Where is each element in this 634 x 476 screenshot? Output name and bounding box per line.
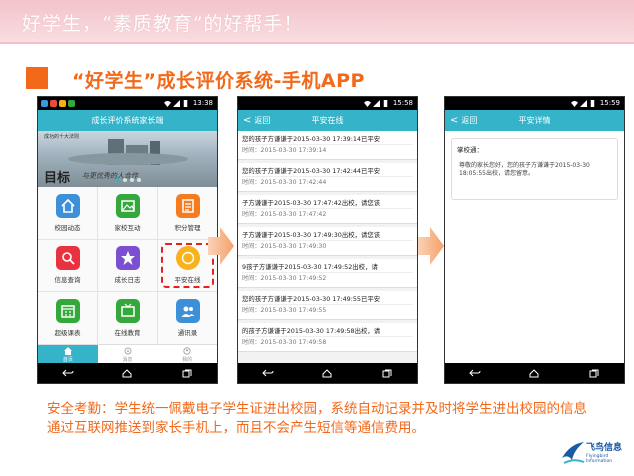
- grid-item-campus-news[interactable]: 校园动态: [38, 187, 97, 239]
- banner-tag: 成功的十大法则: [44, 134, 80, 140]
- carousel-dots[interactable]: [116, 178, 141, 182]
- notification-icon: [50, 100, 57, 107]
- chevron-left-icon: <: [243, 115, 252, 126]
- contacts-icon: [175, 299, 200, 324]
- status-bar: 15:58: [238, 97, 417, 110]
- battery-icon: [183, 100, 188, 107]
- app-title-bar: 成长评价系统家长端: [38, 110, 217, 131]
- status-time: 13:38: [192, 99, 213, 107]
- app-title-bar: < 返回 平安详情: [445, 110, 624, 131]
- signal-icon: [173, 100, 180, 107]
- tab-home[interactable]: 首页: [38, 345, 98, 365]
- feature-description: 安全考勤：学生统一佩戴电子学生证进出校园，系统自动记录并及时将学生进出校园的信息…: [47, 401, 587, 436]
- slogan: 好学生，“素质教育”的好帮手！: [22, 13, 304, 35]
- grid-item-home-school[interactable]: 家校互动: [98, 187, 157, 239]
- android-nav-bar: [445, 363, 624, 383]
- message-body: 尊敬的家长您好，您的孩子方谦谦于2015-03-30 18:05:55出校，请您…: [459, 162, 590, 177]
- list-item[interactable]: 您的孩子方谦谦于2015-03-30 17:49:55已平安 时间：2015-03…: [238, 291, 417, 320]
- title-bullet: [26, 67, 48, 89]
- message-card: 掌校通： 尊敬的家长您好，您的孩子方谦谦于2015-03-30 18:05:55…: [451, 138, 618, 200]
- grid-item-contacts[interactable]: 通讯录: [158, 292, 217, 344]
- list-item[interactable]: 子方谦谦于2015-03-30 17:47:42出校，请您该 时间：2015-03…: [238, 195, 417, 224]
- feature-grid: 校园动态 家校互动 积分管理 信息查询 成长日志 平安在线 超级课表 在线教育 …: [38, 187, 217, 344]
- back-nav-icon[interactable]: [58, 366, 78, 380]
- list-item[interactable]: 的孩子方谦谦于2015-03-30 17:49:58出校，请 时间：2015-03…: [238, 323, 417, 352]
- wifi-icon: [164, 100, 171, 107]
- recents-nav-icon[interactable]: [177, 366, 197, 380]
- recents-nav-icon[interactable]: [584, 366, 604, 380]
- status-bar: 13:38: [38, 97, 217, 110]
- home-tab-icon: [63, 347, 72, 355]
- grid-item-info-query[interactable]: 信息查询: [38, 239, 97, 292]
- grid-item-timetable[interactable]: 超级课表: [38, 292, 97, 344]
- list-item[interactable]: 子方谦谦于2015-03-30 17:49:30出校，请您该 时间：2015-03…: [238, 227, 417, 256]
- picture-icon: [115, 193, 140, 218]
- house-icon: [55, 193, 80, 218]
- header-bar: 好学生，“素质教育”的好帮手！: [0, 0, 634, 42]
- back-nav-icon[interactable]: [465, 366, 485, 380]
- status-time: 15:59: [599, 99, 620, 107]
- notification-icon: [41, 100, 48, 107]
- bottom-tab-bar: 首页 消息 我的: [38, 344, 217, 365]
- home-nav-icon[interactable]: [524, 366, 544, 380]
- app-title: 平安详情: [518, 116, 551, 125]
- company-logo: 飞鸟信息 Flyingbird Information: [560, 436, 630, 474]
- back-nav-icon[interactable]: [258, 366, 278, 380]
- calendar-icon: [55, 299, 80, 324]
- android-nav-bar: [238, 363, 417, 383]
- message-recipient: 掌校通：: [457, 146, 483, 154]
- status-time: 15:58: [392, 99, 413, 107]
- slide: 好学生，“素质教育”的好帮手！ “好学生”成长评价系统-手机APP 13:38 …: [0, 0, 634, 476]
- chevron-left-icon: <: [450, 115, 459, 126]
- banner-image[interactable]: 成功的十大法则 目标 与更优秀的人合作: [38, 131, 217, 187]
- detail-view: 掌校通： 尊敬的家长您好，您的孩子方谦谦于2015-03-30 18:05:55…: [445, 131, 624, 365]
- back-button[interactable]: < 返回: [243, 110, 270, 131]
- logo-subtitle: Flyingbird Information: [586, 454, 613, 464]
- battery-icon: [590, 100, 595, 107]
- android-nav-bar: [38, 363, 217, 383]
- home-nav-icon[interactable]: [117, 366, 137, 380]
- header-divider: [0, 42, 634, 44]
- battery-icon: [383, 100, 388, 107]
- recents-nav-icon[interactable]: [377, 366, 397, 380]
- wifi-icon: [364, 100, 371, 107]
- signal-icon: [373, 100, 380, 107]
- arrow-right-icon: [418, 227, 444, 265]
- home-nav-icon[interactable]: [317, 366, 337, 380]
- highlight-box: [161, 242, 214, 289]
- list-item[interactable]: 您的孩子方谦谦于2015-03-30 17:42:44已平安 时间：2015-03…: [238, 163, 417, 192]
- safety-record-list: 您的孩子方谦谦于2015-03-30 17:39:14已平安 时间：2015-03…: [238, 131, 417, 365]
- clipboard-icon: [175, 193, 200, 218]
- tv-icon: [115, 299, 140, 324]
- tab-messages[interactable]: 消息: [98, 345, 158, 365]
- signal-icon: [580, 100, 587, 107]
- wifi-icon: [571, 100, 578, 107]
- grid-item-online-education[interactable]: 在线教育: [98, 292, 157, 344]
- grid-item-growth-log[interactable]: 成长日志: [98, 239, 157, 292]
- notification-icon: [59, 100, 66, 107]
- app-title: 平安在线: [311, 116, 344, 125]
- user-tab-icon: [183, 347, 191, 355]
- list-item[interactable]: 您的孩子方谦谦于2015-03-30 17:39:14已平安 时间：2015-03…: [238, 131, 417, 160]
- slide-title: “好学生”成长评价系统-手机APP: [72, 70, 365, 92]
- arrow-right-icon: [208, 227, 234, 265]
- phone-safety-list-screen: 15:58 < 返回 平安在线 您的孩子方谦谦于2015-03-30 17:39:…: [237, 96, 418, 384]
- tab-mine[interactable]: 我的: [157, 345, 217, 365]
- phone-home-screen: 13:38 成长评价系统家长端 成功的十大法则 目标 与更优秀的人合作 校园动态: [37, 96, 218, 384]
- phone-safety-detail-screen: 15:59 < 返回 平安详情 掌校通： 尊敬的家长您好，您的孩子方谦谦于2015…: [444, 96, 625, 384]
- back-button[interactable]: < 返回: [450, 110, 477, 131]
- list-item[interactable]: 9孩子方谦谦于2015-03-30 17:49:52出校，请 时间：2015-03…: [238, 259, 417, 288]
- bird-logo-icon: [562, 442, 585, 464]
- message-tab-icon: [124, 347, 131, 355]
- logo-name: 飞鸟信息: [586, 443, 623, 453]
- status-bar: 15:59: [445, 97, 624, 110]
- app-title-bar: < 返回 平安在线: [238, 110, 417, 131]
- notification-icon: [68, 100, 75, 107]
- banner-heading: 目标: [44, 171, 71, 186]
- app-title: 成长评价系统家长端: [91, 116, 164, 125]
- star-icon: [115, 246, 140, 271]
- magnifier-icon: [55, 246, 80, 271]
